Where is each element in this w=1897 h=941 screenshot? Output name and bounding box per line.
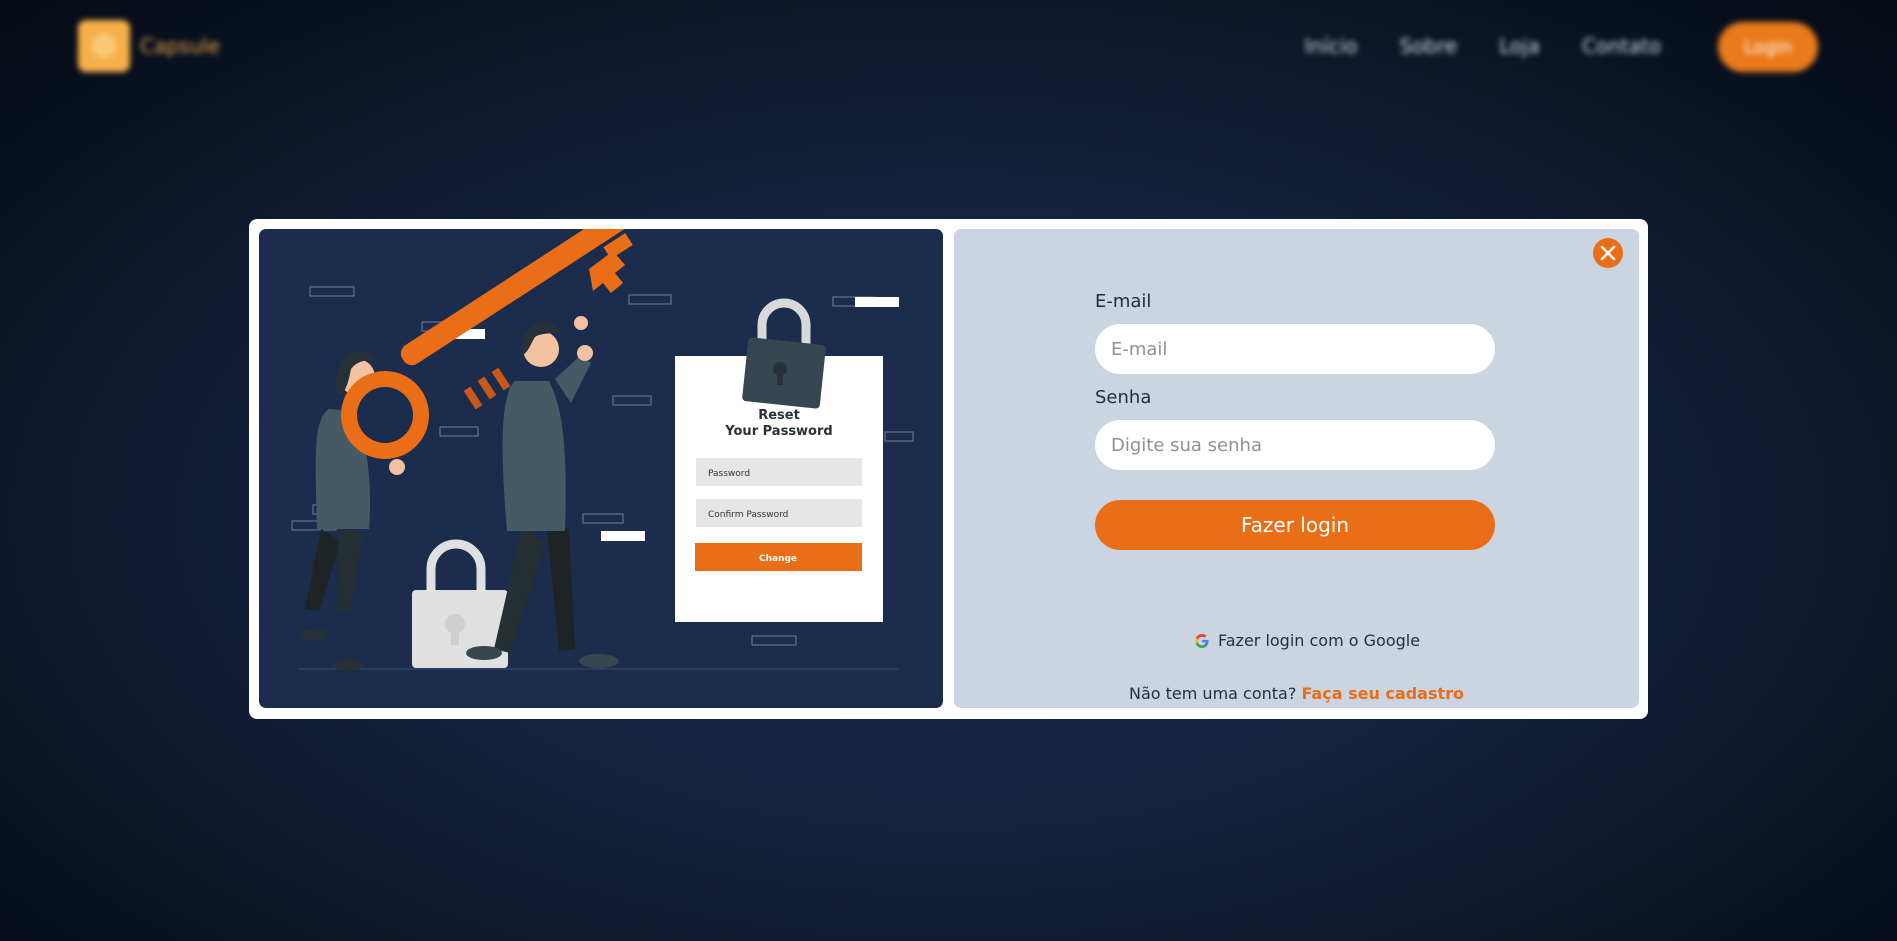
illus-title-2: Your Password [724, 424, 832, 439]
nav-item-loja[interactable]: Loja [1499, 34, 1540, 58]
brand-logo [78, 20, 130, 72]
password-label: Senha [1095, 387, 1152, 408]
nav-item-contato[interactable]: Contato [1582, 34, 1661, 58]
brand[interactable]: Capsule [78, 20, 220, 72]
signup-prompt: Não tem uma conta? Faça seu cadastro [954, 684, 1639, 703]
email-input[interactable] [1095, 324, 1495, 374]
reset-password-illustration: Reset Your Password Password Confirm Pas… [291, 229, 914, 671]
illustration-panel: Reset Your Password Password Confirm Pas… [259, 229, 943, 708]
illus-change-button: Change [759, 554, 797, 564]
nav-item-sobre[interactable]: Sobre [1399, 34, 1457, 58]
header-login-button[interactable]: Login [1718, 22, 1818, 72]
main-nav: Início Sobre Loja Contato [1304, 34, 1661, 58]
google-login-label: Fazer login com o Google [1218, 631, 1421, 650]
illus-title-1: Reset [758, 408, 800, 423]
signup-link[interactable]: Faça seu cadastro [1301, 684, 1464, 703]
google-icon [1195, 633, 1209, 648]
illus-field-1: Password [708, 469, 750, 479]
login-form-panel: E-mail Senha Fazer login Fazer login com… [954, 229, 1639, 708]
illus-field-2: Confirm Password [708, 510, 788, 520]
login-form: E-mail Senha Fazer login [1095, 291, 1495, 550]
login-submit-button[interactable]: Fazer login [1095, 500, 1495, 550]
email-label: E-mail [1095, 291, 1152, 312]
close-icon [1600, 245, 1616, 261]
brand-name: Capsule [140, 34, 220, 58]
signup-prompt-text: Não tem uma conta? [1128, 684, 1297, 703]
nav-item-inicio[interactable]: Início [1304, 34, 1357, 58]
login-modal: Reset Your Password Password Confirm Pas… [249, 219, 1648, 719]
background-header: Capsule Início Sobre Loja Contato Login [0, 0, 1897, 100]
close-button[interactable] [1593, 238, 1623, 268]
google-login-link[interactable]: Fazer login com o Google [1194, 631, 1420, 650]
password-input[interactable] [1095, 420, 1495, 470]
